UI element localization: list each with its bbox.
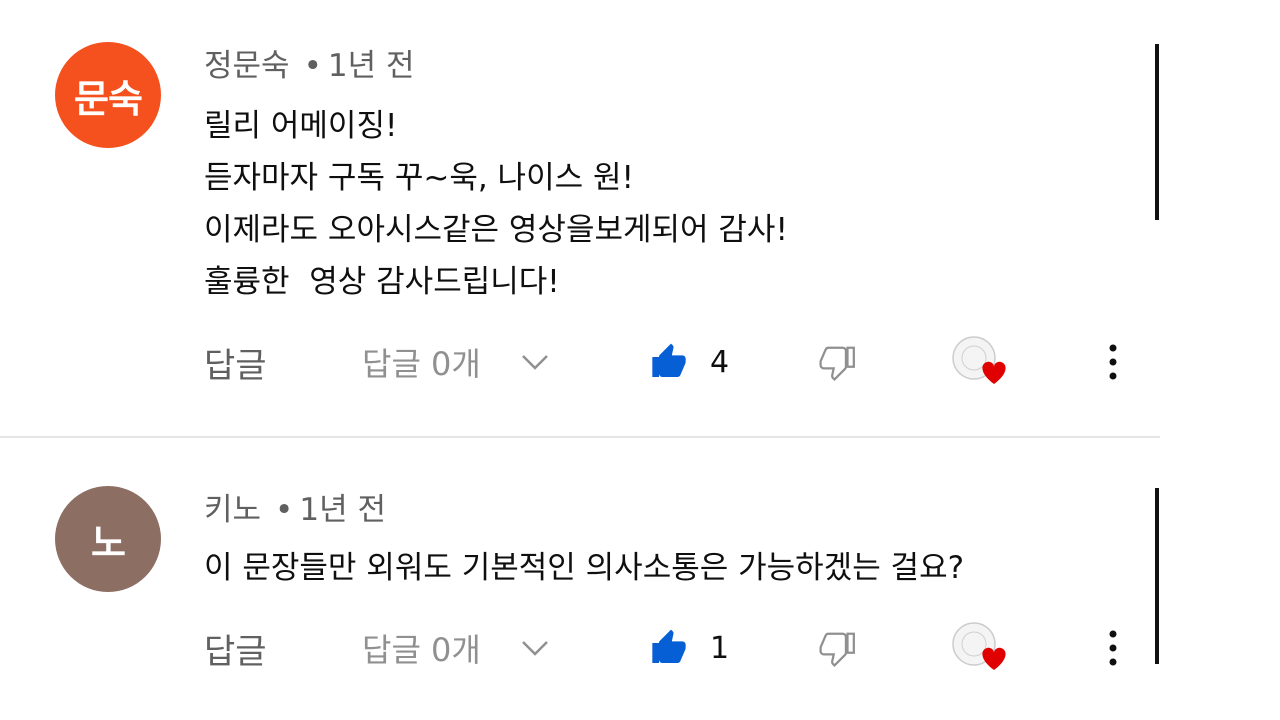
- dislike-button[interactable]: [818, 332, 862, 392]
- scrollbar-edge: [1155, 44, 1159, 220]
- comment-line: 이 문장들만 외워도 기본적인 의사소통은 가능하겠는 걸요?: [204, 550, 965, 586]
- thumbs-down-icon: [819, 632, 855, 667]
- thumbs-up-icon: [652, 629, 686, 663]
- creator-heart-badge: [950, 332, 1014, 392]
- reply-button[interactable]: 답글: [204, 618, 267, 678]
- meta-separator: •: [303, 48, 322, 84]
- avatar[interactable]: 노: [55, 486, 161, 592]
- replies-toggle[interactable]: 답글 0개: [362, 332, 481, 392]
- comment-time[interactable]: 1년 전: [328, 48, 415, 84]
- comment-2: 노 키노 • 1년 전 이 문장들만 외워도 기본적인 의사소통은 가능하겠는 걸요…: [0, 438, 1160, 720]
- comment-line: 훌륭한 영상 감사드립니다!: [204, 264, 560, 300]
- replies-toggle[interactable]: 답글 0개: [362, 618, 481, 678]
- comment-line: 듣자마자 구독 꾸~욱, 나이스 원!: [204, 160, 634, 196]
- thumbs-up-icon: [652, 343, 686, 377]
- reply-button[interactable]: 답글: [204, 332, 267, 392]
- chevron-down-icon[interactable]: [520, 332, 554, 392]
- more-options-icon[interactable]: [1096, 618, 1130, 678]
- comment-text: 릴리 어메이징! 듣자마자 구독 꾸~욱, 나이스 원! 이제라도 오아시스같은…: [204, 100, 788, 308]
- meta-separator: •: [275, 492, 294, 528]
- comment-meta: 키노 • 1년 전: [204, 484, 386, 529]
- scrollbar-edge: [1155, 488, 1159, 664]
- more-options-icon[interactable]: [1096, 332, 1130, 392]
- comment-line: 이제라도 오아시스같은 영상을보게되어 감사!: [204, 212, 788, 248]
- avatar-initials: 문숙: [74, 76, 143, 121]
- comment-meta: 정문숙 • 1년 전: [204, 40, 414, 85]
- comment-actions: 답글 답글 0개 4: [0, 332, 1160, 392]
- dislike-button[interactable]: [818, 618, 862, 678]
- creator-heart-badge: [950, 618, 1014, 678]
- comment-1: 문숙 정문숙 • 1년 전 릴리 어메이징! 듣자마자 구독 꾸~욱, 나이스 원!…: [0, 0, 1160, 436]
- like-count: 4: [710, 344, 730, 380]
- avatar[interactable]: 문숙: [55, 42, 161, 148]
- comment-actions: 답글 답글 0개 1: [0, 618, 1160, 678]
- like-button[interactable]: [648, 332, 692, 392]
- like-count: 1: [710, 630, 730, 666]
- like-button[interactable]: [648, 618, 692, 678]
- comment-text: 이 문장들만 외워도 기본적인 의사소통은 가능하겠는 걸요?: [204, 542, 964, 594]
- chevron-down-icon[interactable]: [520, 618, 554, 678]
- author-name[interactable]: 정문숙: [204, 48, 290, 84]
- comment-line: 릴리 어메이징!: [204, 108, 398, 144]
- thumbs-down-icon: [819, 346, 855, 381]
- author-name[interactable]: 키노: [204, 492, 261, 528]
- comment-time[interactable]: 1년 전: [299, 492, 386, 528]
- avatar-initials: 노: [91, 520, 126, 565]
